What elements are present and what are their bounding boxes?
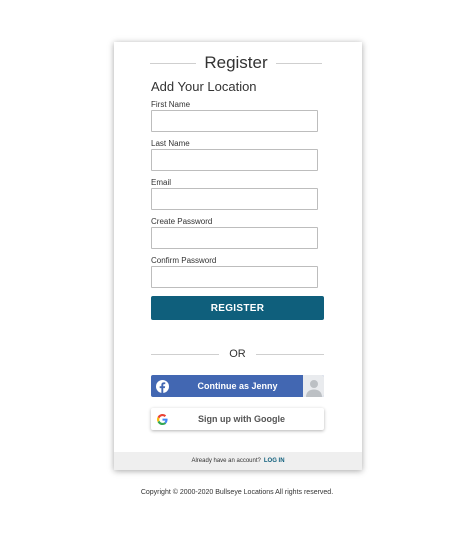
facebook-continue-label: Continue as Jenny <box>197 381 278 391</box>
facebook-continue-button[interactable]: Continue as Jenny <box>151 375 324 397</box>
login-footer: Already have an account? LOG IN <box>114 452 362 470</box>
account-prompt: Already have an account? <box>191 458 261 464</box>
last-name-field[interactable] <box>151 149 318 171</box>
page-title: Register <box>204 53 268 72</box>
register-button[interactable]: REGISTER <box>151 296 324 320</box>
register-title-row: Register <box>150 52 322 74</box>
google-icon <box>151 408 173 430</box>
facebook-icon <box>151 375 173 397</box>
register-card: Register Add Your Location First Name La… <box>114 42 362 470</box>
google-signup-label: Sign up with Google <box>198 414 285 424</box>
first-name-label: First Name <box>151 100 191 109</box>
confirm-password-field[interactable] <box>151 266 318 288</box>
or-divider: OR <box>151 347 324 361</box>
email-field[interactable] <box>151 188 318 210</box>
create-password-label: Create Password <box>151 217 213 226</box>
title-divider-left <box>150 62 197 64</box>
create-password-field[interactable] <box>151 227 318 249</box>
last-name-label: Last Name <box>151 139 190 148</box>
copyright-notice: Copyright © 2000-2020 Bullseye Locations… <box>140 489 334 496</box>
or-label: OR <box>229 348 246 360</box>
or-divider-right <box>255 353 324 355</box>
title-divider-right <box>275 62 322 64</box>
confirm-password-label: Confirm Password <box>151 256 217 265</box>
user-avatar-icon <box>302 375 324 397</box>
section-subtitle: Add Your Location <box>151 79 257 94</box>
google-signup-button[interactable]: Sign up with Google <box>151 408 324 430</box>
login-link[interactable]: LOG IN <box>264 458 285 464</box>
first-name-field[interactable] <box>151 110 318 132</box>
or-divider-left <box>151 353 220 355</box>
email-label: Email <box>151 178 172 187</box>
